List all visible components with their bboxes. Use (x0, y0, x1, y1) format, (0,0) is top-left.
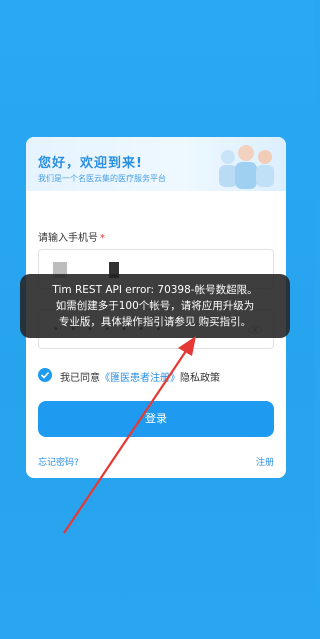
agree-prefix: 我已同意 (60, 373, 100, 384)
phone-label: 请输入手机号 * (38, 229, 105, 244)
greeting-subtitle: 我们是一个名医云集的医疗服务平台 (38, 174, 166, 183)
required-mark: * (100, 233, 105, 244)
phone-label-text: 请输入手机号 (38, 233, 98, 244)
login-button[interactable]: 登录 (38, 401, 274, 437)
doctors-illustration-icon (219, 145, 274, 189)
agreement-row: 我已同意《匯医患者注册》隐私政策 (38, 367, 278, 384)
toast-line-1: Tim REST API error: 70398-帐号数超限。 (52, 284, 258, 296)
card-header: 您好，欢迎到来! 我们是一个名医云集的医疗服务平台 (26, 137, 286, 191)
agreement-text: 我已同意《匯医患者注册》隐私政策 (60, 369, 220, 384)
error-toast: Tim REST API error: 70398-帐号数超限。 如需创建多于1… (20, 274, 290, 338)
toast-line-3: 专业版，具体操作指引请参见 购买指引。 (58, 316, 252, 328)
user-agreement-link[interactable]: 《匯医患者注册》 (100, 373, 180, 384)
register-link[interactable]: 注册 (256, 455, 274, 468)
toast-line-2: 如需创建多于100个帐号，请将应用升级为 (55, 300, 255, 312)
greeting-title: 您好，欢迎到来! (38, 156, 143, 171)
checkbox-checked-icon[interactable] (38, 368, 52, 382)
privacy-policy-link[interactable]: 隐私政策 (180, 373, 220, 384)
forgot-password-link[interactable]: 忘记密码? (38, 455, 79, 468)
